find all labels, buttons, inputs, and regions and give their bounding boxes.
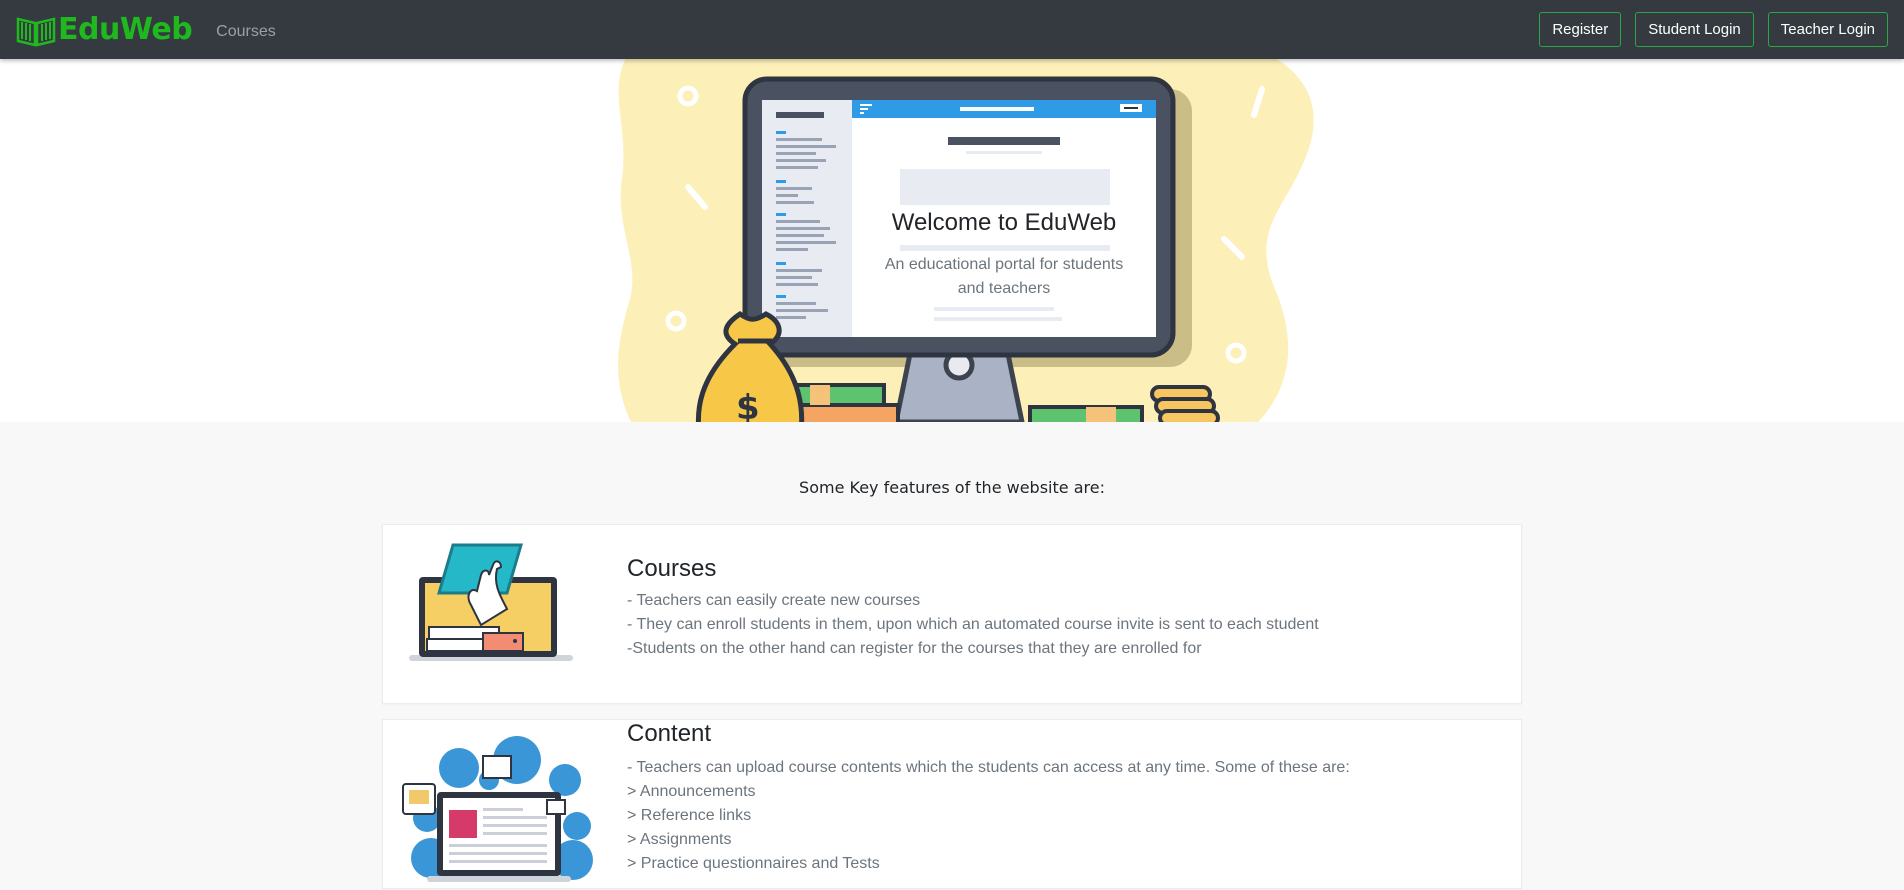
feature-card-courses: Courses - Teachers can easily create new… bbox=[382, 524, 1522, 704]
features-heading: Some Key features of the website are: bbox=[799, 478, 1105, 497]
card-line: > Reference links bbox=[627, 807, 752, 824]
card-line: > Practice questionnaires and Tests bbox=[627, 855, 880, 872]
nav-link-courses[interactable]: Courses bbox=[216, 23, 276, 41]
register-button[interactable]: Register bbox=[1539, 12, 1622, 47]
brand-name: EduWeb bbox=[58, 12, 193, 47]
nav-actions: Register Student Login Teacher Login bbox=[1539, 12, 1888, 47]
hero-illustration: $ bbox=[618, 59, 1314, 422]
hero-subtitle: An educational portal for students and t… bbox=[884, 256, 1124, 297]
card-line: > Announcements bbox=[627, 783, 756, 800]
book-icon bbox=[16, 16, 56, 47]
courses-illustration bbox=[409, 543, 573, 661]
student-login-button[interactable]: Student Login bbox=[1635, 12, 1754, 47]
card-description: - Teachers can easily create new courses… bbox=[627, 589, 1319, 661]
card-title: Courses bbox=[627, 555, 717, 582]
card-line: > Assignments bbox=[627, 831, 732, 848]
card-description: - Teachers can upload course contents wh… bbox=[627, 756, 1350, 876]
card-line: - Teachers can easily create new courses bbox=[627, 592, 921, 609]
card-line: - They can enroll students in them, upon… bbox=[627, 616, 1319, 633]
content-illustration bbox=[402, 736, 593, 882]
svg-text:$: $ bbox=[736, 388, 760, 422]
teacher-login-button[interactable]: Teacher Login bbox=[1767, 12, 1888, 47]
card-line: -Students on the other hand can register… bbox=[627, 640, 1202, 657]
card-title: Content bbox=[627, 720, 712, 747]
hero-section: $ Welcome to EduWeb An educational porta… bbox=[0, 59, 1904, 422]
card-line: - Teachers can upload course contents wh… bbox=[627, 759, 1350, 776]
brand-logo[interactable]: EduWeb bbox=[16, 12, 193, 47]
top-navbar: EduWeb Courses Register Student Login Te… bbox=[0, 0, 1904, 59]
hero-title: Welcome to EduWeb bbox=[891, 209, 1117, 236]
feature-card-content: Content - Teachers can upload course con… bbox=[382, 719, 1522, 889]
